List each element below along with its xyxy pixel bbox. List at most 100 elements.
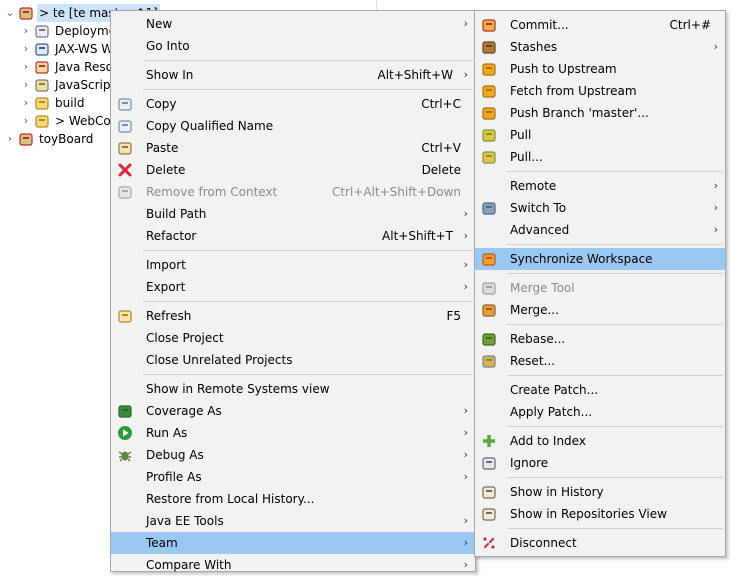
menu-item-push-to-upstream[interactable]: Push to Upstream [475,58,725,80]
menu-separator [507,426,723,427]
menu-item-label: Add to Index [510,434,586,448]
menu-item-label: Disconnect [510,536,577,550]
tree-item[interactable]: › Deployme [20,22,118,40]
menu-item-rebase[interactable]: Rebase... [475,328,725,350]
menu-item-label: Compare With [146,558,232,572]
menu-item-export[interactable]: Export › [111,276,475,298]
menu-item-shortcut: Ctrl+# [669,18,711,32]
merge-tool-icon [481,280,497,296]
tree-item[interactable]: › JAX-WS W [20,40,115,58]
deployment-descriptor-icon [34,23,50,39]
menu-item-coverage-as[interactable]: Coverage As › [111,400,475,422]
chevron-right-icon[interactable]: › [20,94,32,112]
menu-item-stashes[interactable]: Stashes › [475,36,725,58]
menu-item-shortcut: Alt+Shift+T [382,229,453,243]
menu-item-label: Merge Tool [510,281,575,295]
menu-item-pull[interactable]: Pull [475,124,725,146]
menu-item-switch-to[interactable]: Switch To › [475,197,725,219]
menu-item-show-in-remote-systems-view[interactable]: Show in Remote Systems view [111,378,475,400]
menu-item-label: Fetch from Upstream [510,84,637,98]
menu-item-add-to-index[interactable]: Add to Index [475,430,725,452]
menu-item-shortcut: Ctrl+C [421,97,461,111]
chevron-right-icon[interactable]: › [20,112,32,130]
delete-icon [117,162,133,178]
tree-item[interactable]: › JavaScript [20,76,117,94]
menu-item-profile-as[interactable]: Profile As › [111,466,475,488]
menu-item-label: Advanced [510,223,570,237]
ignore-icon [481,455,497,471]
menu-item-disconnect[interactable]: Disconnect [475,532,725,554]
submenu-arrow-icon: › [713,223,718,236]
menu-item-debug-as[interactable]: Debug As › [111,444,475,466]
tree-item[interactable]: › Java Reso [20,58,115,76]
menu-item-fetch-from-upstream[interactable]: Fetch from Upstream [475,80,725,102]
menu-item-label: Close Project [146,331,224,345]
menu-item-commit[interactable]: Commit... Ctrl+# [475,14,725,36]
menu-item-shortcut: Alt+Shift+W [377,68,454,82]
submenu-arrow-icon: › [463,280,468,293]
chevron-down-icon[interactable]: ⌄ [4,4,16,22]
context-menu: New › Go Into Show In Alt+Shift+W › Copy Ctrl+C… [110,10,476,572]
menu-item-refactor[interactable]: Refactor Alt+Shift+T › [111,225,475,247]
menu-item-delete[interactable]: Delete Delete [111,159,475,181]
menu-separator [507,375,723,376]
submenu-arrow-icon: › [463,68,468,81]
menu-item-label: Run As [146,426,188,440]
push-icon [481,61,497,77]
menu-item-compare-with[interactable]: Compare With › [111,554,475,576]
menu-item-build-path[interactable]: Build Path › [111,203,475,225]
chevron-right-icon[interactable]: › [20,22,32,40]
menu-separator [143,301,473,302]
menu-item-shortcut: Ctrl+V [421,141,461,155]
chevron-right-icon[interactable]: › [20,76,32,94]
menu-item-copy[interactable]: Copy Ctrl+C [111,93,475,115]
menu-item-shortcut: Ctrl+Alt+Shift+Down [331,185,461,199]
menu-item-create-patch[interactable]: Create Patch... [475,379,725,401]
menu-separator [507,324,723,325]
menu-item-ignore[interactable]: Ignore [475,452,725,474]
reset-icon [481,353,497,369]
menu-item-java-ee-tools[interactable]: Java EE Tools › [111,510,475,532]
menu-item-show-in-history[interactable]: Show in History [475,481,725,503]
menu-item-label: Copy [146,97,177,111]
menu-item-show-in[interactable]: Show In Alt+Shift+W › [111,64,475,86]
menu-item-new[interactable]: New › [111,13,475,35]
menu-item-close-project[interactable]: Close Project [111,327,475,349]
menu-item-remote[interactable]: Remote › [475,175,725,197]
menu-item-run-as[interactable]: Run As › [111,422,475,444]
remove-from-context-icon [117,184,133,200]
menu-item-copy-qualified-name[interactable]: Copy Qualified Name [111,115,475,137]
menu-separator [507,477,723,478]
menu-separator [143,250,473,251]
menu-item-label: Show in Remote Systems view [146,382,330,396]
menu-item-push-branch-master[interactable]: Push Branch 'master'... [475,102,725,124]
submenu-arrow-icon: › [463,229,468,242]
submenu-arrow-icon: › [463,426,468,439]
menu-item-paste[interactable]: Paste Ctrl+V [111,137,475,159]
tree-item[interactable]: › > WebCo [20,112,113,130]
menu-item-restore-from-local-history[interactable]: Restore from Local History... [111,488,475,510]
menu-item-show-in-repositories-view[interactable]: Show in Repositories View [475,503,725,525]
menu-item-label: Stashes [510,40,558,54]
stashes-icon [481,39,497,55]
rebase-icon [481,331,497,347]
menu-item-refresh[interactable]: Refresh F5 [111,305,475,327]
menu-item-label: Merge... [510,303,559,317]
menu-item-advanced[interactable]: Advanced › [475,219,725,241]
commit-icon [481,17,497,33]
tree-item[interactable]: › build [20,94,87,112]
menu-item-label: Create Patch... [510,383,599,397]
chevron-right-icon[interactable]: › [4,130,16,148]
menu-item-team[interactable]: Team › [111,532,475,554]
chevron-right-icon[interactable]: › [20,40,32,58]
menu-item-import[interactable]: Import › [111,254,475,276]
menu-item-apply-patch[interactable]: Apply Patch... [475,401,725,423]
chevron-right-icon[interactable]: › [20,58,32,76]
menu-item-merge[interactable]: Merge... [475,299,725,321]
menu-item-synchronize-workspace[interactable]: Synchronize Workspace [475,248,725,270]
menu-item-close-unrelated-projects[interactable]: Close Unrelated Projects [111,349,475,371]
tree-item[interactable]: › toyBoard [4,130,95,148]
menu-item-reset[interactable]: Reset... [475,350,725,372]
menu-item-pull[interactable]: Pull... [475,146,725,168]
menu-item-go-into[interactable]: Go Into [111,35,475,57]
